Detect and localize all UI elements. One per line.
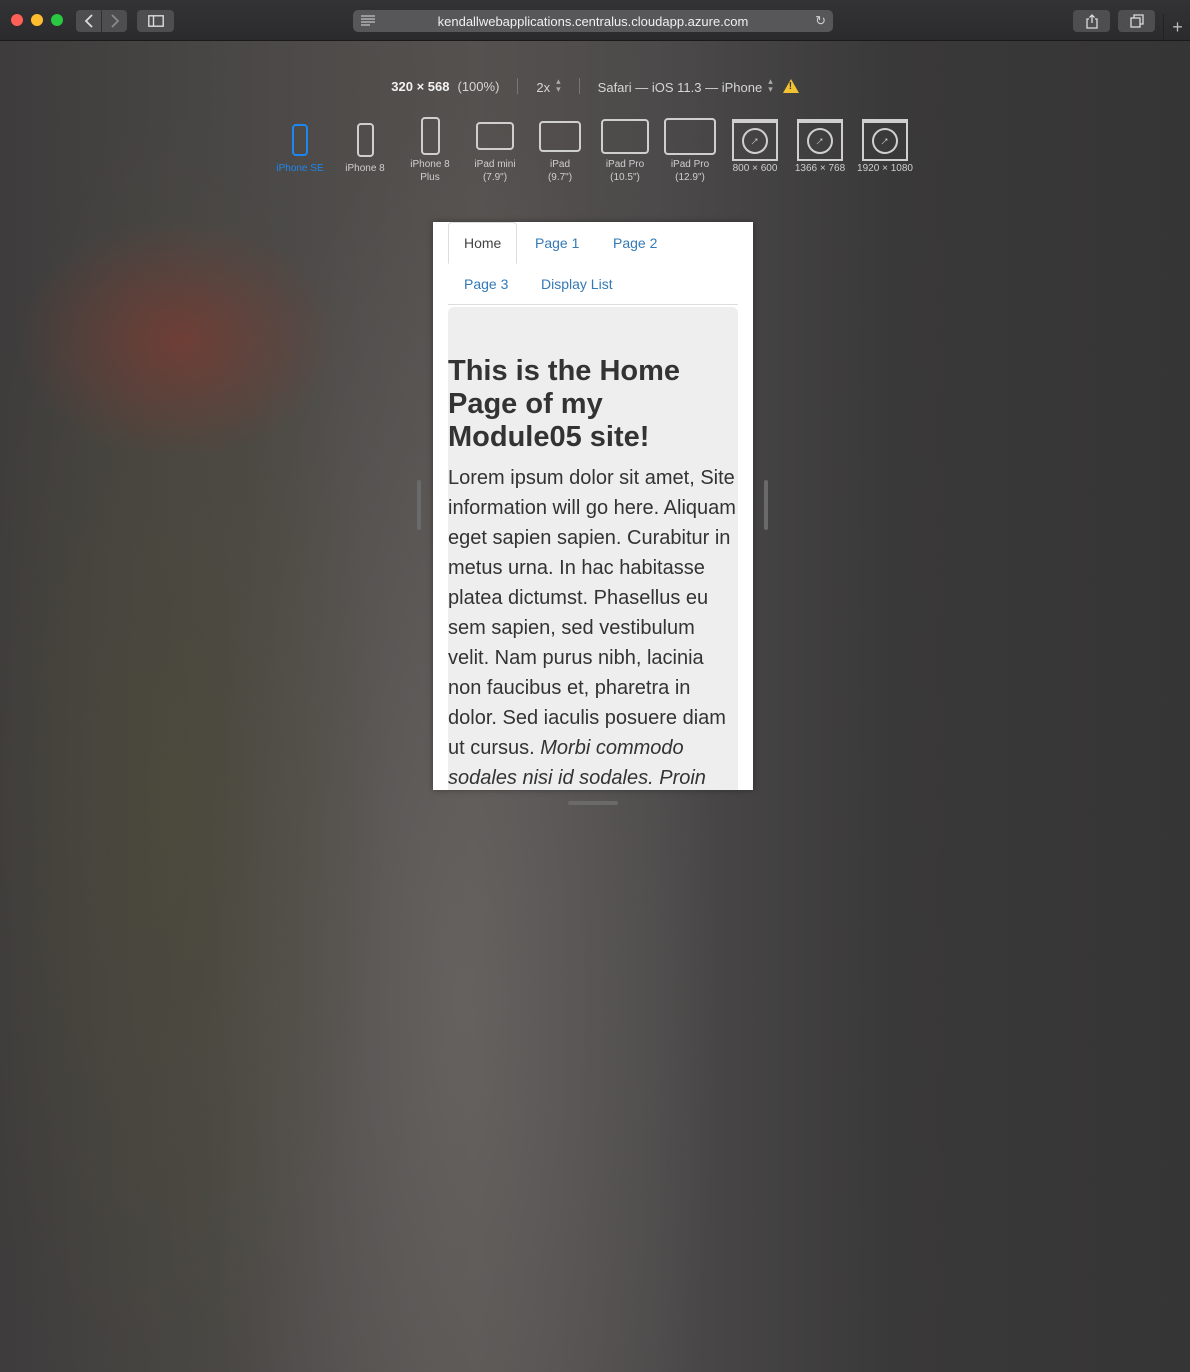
tablet-icon <box>601 118 649 154</box>
device-iphone-8[interactable]: iPhone 8 <box>335 118 395 175</box>
device-label: iPhone 8 <box>345 163 385 174</box>
reload-icon[interactable]: ↻ <box>815 13 826 29</box>
monitor-icon: ↑ <box>732 119 778 161</box>
viewport-resize-handle-right[interactable] <box>764 480 768 530</box>
device-label-line2: (10.5") <box>610 172 640 183</box>
reader-icon[interactable] <box>361 15 375 26</box>
device-iphone-8-plus[interactable]: iPhone 8 Plus <box>400 114 460 184</box>
device-label: iPad Pro <box>670 159 710 170</box>
device-iphone-se[interactable]: iPhone SE <box>270 118 330 175</box>
intro-text-continued: . Aliquam eget sapien sapien. Curabitur … <box>448 497 736 759</box>
device-label-line2: (7.9") <box>482 172 508 183</box>
device-viewport: Home Page 1 Page 2 Page 3 Display List T… <box>433 222 753 790</box>
device-label: iPhone 8 <box>410 159 450 170</box>
monitor-icon: ↑ <box>862 119 908 161</box>
device-800x600[interactable]: ↑ 800 × 600 <box>725 118 785 175</box>
divider <box>578 78 580 94</box>
pixel-ratio-select[interactable]: 2x ▴ ▾ <box>536 76 561 96</box>
nav-tab-page-3[interactable]: Page 3 <box>464 276 508 292</box>
show-all-tabs-button[interactable] <box>1118 10 1155 32</box>
tablet-icon <box>476 122 514 150</box>
hero-section: This is the Home Page of my Module05 sit… <box>448 307 738 790</box>
pixel-ratio-value: 2x <box>536 80 551 95</box>
window-titlebar: kendallwebapplications.centralus.cloudap… <box>0 0 1190 41</box>
site-nav-tabs: Home Page 1 Page 2 Page 3 Display List <box>448 222 738 305</box>
tablet-icon <box>539 120 581 152</box>
viewport-dimensions[interactable]: 320 × 568 <box>391 79 449 94</box>
user-agent-select[interactable]: Safari — iOS 11.3 — iPhone ▴ ▾ <box>597 76 773 96</box>
intro-paragraph: Lorem ipsum dolor sit amet, Site informa… <box>448 463 738 790</box>
sidebar-icon <box>147 15 164 27</box>
device-label: iPad mini <box>474 159 516 170</box>
device-label: 1920 × 1080 <box>857 163 913 174</box>
intro-text: Lorem ipsum dolor sit amet, <box>448 467 701 489</box>
url-text: kendallwebapplications.centralus.cloudap… <box>437 13 749 29</box>
zoom-window-button[interactable] <box>51 14 63 26</box>
page-heading: This is the Home Page of my Module05 sit… <box>448 355 681 453</box>
device-ipad[interactable]: iPad (9.7") <box>530 114 590 184</box>
updown-chevron-icon: ▴ ▾ <box>768 76 773 94</box>
minimize-window-button[interactable] <box>31 14 43 26</box>
device-label-line2: (9.7") <box>547 172 573 183</box>
device-label: iPhone SE <box>276 163 324 174</box>
device-1920x1080[interactable]: ↑ 1920 × 1080 <box>855 118 915 175</box>
address-bar[interactable]: kendallwebapplications.centralus.cloudap… <box>353 10 833 32</box>
chevron-left-icon <box>84 14 93 28</box>
device-label-line2: Plus <box>420 172 440 183</box>
responsive-design-toolbar: 320 × 568 (100%) 2x ▴ ▾ Safari — iOS 11.3 … <box>0 76 1190 96</box>
device-label: 800 × 600 <box>732 163 778 174</box>
updown-chevron-icon: ▴ ▾ <box>556 76 561 94</box>
viewport-resize-handle-bottom[interactable] <box>568 801 618 805</box>
tablet-icon <box>664 117 716 155</box>
device-ipad-mini[interactable]: iPad mini (7.9") <box>465 114 525 184</box>
back-button[interactable] <box>76 10 101 32</box>
viewport-resize-handle-left[interactable] <box>417 480 421 530</box>
close-window-button[interactable] <box>11 14 23 26</box>
device-label-line2: (12.9") <box>675 172 705 183</box>
new-tab-button[interactable]: + <box>1163 14 1190 40</box>
device-label: iPad <box>549 159 570 170</box>
device-presets: iPhone SE iPhone 8 iPhone 8 Plus iPad mi… <box>0 117 1190 198</box>
phone-icon <box>292 124 308 156</box>
zoom-level: (100%) <box>457 78 500 94</box>
nav-tab-home[interactable]: Home <box>448 222 518 264</box>
compass-icon: ↑ <box>866 122 904 160</box>
share-icon <box>1085 13 1098 29</box>
phone-icon <box>420 117 440 155</box>
nav-tab-page-2[interactable]: Page 2 <box>613 235 657 251</box>
chevron-right-icon <box>110 14 119 28</box>
compass-icon: ↑ <box>736 122 774 160</box>
forward-button[interactable] <box>102 10 127 32</box>
share-button[interactable] <box>1073 10 1110 32</box>
nav-tab-display-list[interactable]: Display List <box>541 276 613 292</box>
show-sidebar-button[interactable] <box>137 10 174 32</box>
compass-icon: ↑ <box>801 122 839 160</box>
tabs-icon <box>1129 14 1144 28</box>
device-label: 1366 × 768 <box>794 163 846 174</box>
monitor-icon: ↑ <box>797 119 843 161</box>
device-ipad-pro-10-5[interactable]: iPad Pro (10.5") <box>595 114 655 184</box>
user-agent-value: Safari — iOS 11.3 — iPhone <box>597 80 763 95</box>
plus-icon: + <box>1172 16 1183 37</box>
device-1366x768[interactable]: ↑ 1366 × 768 <box>790 118 850 175</box>
phone-icon <box>356 123 374 157</box>
nav-tab-page-1[interactable]: Page 1 <box>535 235 579 251</box>
warning-icon[interactable]: ! <box>782 79 799 93</box>
device-ipad-pro-12-9[interactable]: iPad Pro (12.9") <box>660 114 720 184</box>
divider <box>517 78 519 94</box>
device-label: iPad Pro <box>605 159 645 170</box>
